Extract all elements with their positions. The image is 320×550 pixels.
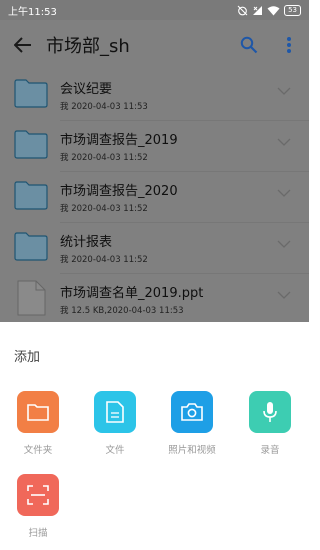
list-item[interactable]: 会议纪要 我 2020-04-03 11:53 (0, 70, 309, 121)
file-name: 统计报表 (60, 235, 113, 250)
file-list: 会议纪要 我 2020-04-03 11:53 市场调查报告_2019 我 20… (0, 70, 309, 322)
file-name: 市场调查名单_2019.ppt (60, 286, 204, 301)
tile-label: 文件 (105, 445, 125, 456)
wifi-icon (267, 5, 280, 15)
tile-label: 扫描 (28, 528, 48, 539)
tile-label: 照片和视频 (168, 445, 216, 456)
folder-icon (14, 130, 48, 159)
file-outline-icon (106, 401, 124, 423)
file-meta: 我 2020-04-03 11:52 (60, 255, 148, 265)
add-bottom-sheet: 添加 文件夹 文件 照片和视频 录音 扫描 (0, 322, 309, 550)
back-button[interactable] (0, 20, 46, 70)
status-icons: 53 (237, 4, 301, 16)
add-photo-video-option[interactable]: 照片和视频 (162, 391, 222, 456)
tile-label: 录音 (260, 445, 280, 456)
folder-outline-icon (27, 404, 49, 421)
search-button[interactable] (229, 20, 269, 70)
scan-option[interactable]: 扫描 (8, 474, 68, 539)
photo-tile[interactable] (171, 391, 213, 433)
add-file-option[interactable]: 文件 (85, 391, 145, 456)
tile-label: 文件夹 (23, 445, 53, 456)
file-tile[interactable] (94, 391, 136, 433)
more-options-button[interactable] (269, 20, 309, 70)
chevron-down-icon[interactable] (277, 239, 291, 249)
battery-indicator: 53 (284, 4, 301, 16)
file-meta: 我 12.5 KB,2020-04-03 11:53 (60, 306, 184, 316)
page-title: 市场部_sh (46, 36, 130, 57)
sheet-title: 添加 (14, 350, 41, 365)
file-meta: 我 2020-04-03 11:52 (60, 204, 148, 214)
list-item[interactable]: 市场调查名单_2019.ppt 我 12.5 KB,2020-04-03 11:… (0, 274, 309, 325)
status-bar: 上午11:53 53 (0, 0, 309, 20)
status-time: 上午11:53 (8, 6, 57, 18)
folder-icon (14, 232, 48, 261)
chevron-down-icon[interactable] (277, 290, 291, 300)
file-meta: 我 2020-04-03 11:53 (60, 102, 148, 112)
microphone-icon (263, 402, 277, 422)
folder-tile[interactable] (17, 391, 59, 433)
signal-x-icon (253, 5, 263, 15)
chevron-down-icon[interactable] (277, 188, 291, 198)
folder-icon (14, 79, 48, 108)
alarm-off-icon (237, 5, 248, 15)
app-bar: 市场部_sh (0, 20, 309, 70)
scan-icon (27, 485, 49, 505)
scan-tile[interactable] (17, 474, 59, 516)
camera-icon (181, 403, 203, 421)
list-item[interactable]: 统计报表 我 2020-04-03 11:52 (0, 223, 309, 274)
folder-icon (14, 181, 48, 210)
add-recording-option[interactable]: 录音 (240, 391, 300, 456)
chevron-down-icon[interactable] (277, 137, 291, 147)
chevron-down-icon[interactable] (277, 86, 291, 96)
more-vertical-icon (287, 37, 291, 53)
file-name: 会议纪要 (60, 82, 113, 97)
back-arrow-icon (14, 37, 31, 53)
file-meta: 我 2020-04-03 11:52 (60, 153, 148, 163)
file-name: 市场调查报告_2019 (60, 133, 178, 148)
file-name: 市场调查报告_2020 (60, 184, 178, 199)
document-icon (17, 280, 46, 316)
search-icon (240, 36, 258, 54)
list-item[interactable]: 市场调查报告_2019 我 2020-04-03 11:52 (0, 121, 309, 172)
list-item[interactable]: 市场调查报告_2020 我 2020-04-03 11:52 (0, 172, 309, 223)
recording-tile[interactable] (249, 391, 291, 433)
add-folder-option[interactable]: 文件夹 (8, 391, 68, 456)
